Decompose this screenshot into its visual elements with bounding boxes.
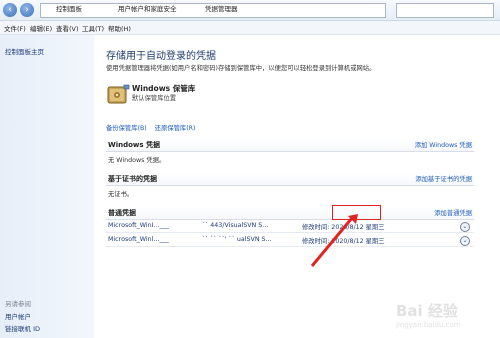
sidebar-user-accounts-link[interactable]: 用户帐户 xyxy=(5,311,31,321)
expand-chevron-icon[interactable]: ⌄ xyxy=(460,222,470,232)
credential-target: `` 443/VisualSVN S... xyxy=(202,222,269,229)
vault-icon xyxy=(107,84,130,104)
backup-vault-link[interactable]: 备份保管库(B) xyxy=(106,125,147,132)
page-description: 使用凭据管理器将凭据(如用户名和密码)存储到保管库中，以便您可以轻松登录到计算机… xyxy=(106,65,376,72)
vault-links: 备份保管库(B) 还原保管库(R) xyxy=(106,123,202,132)
main-panel: 存储用于自动登录的凭据 使用凭据管理器将凭据(如用户名和密码)存储到保管库中，以… xyxy=(94,35,500,338)
watermark-url: jingyan.baidu.com xyxy=(396,321,461,329)
breadcrumb-control-panel[interactable]: 控制面板 xyxy=(56,3,82,13)
windows-credentials-empty: 无 Windows 凭据。 xyxy=(108,157,166,164)
sidebar: 控制面板主页 另请参阅 用户帐户 链接联机 ID xyxy=(0,35,94,338)
menu-tools[interactable]: 工具(T) xyxy=(82,23,104,33)
add-windows-credential-link[interactable]: 添加 Windows 凭据 xyxy=(415,140,472,149)
watermark-logo: Bai 经验 xyxy=(396,302,458,320)
sidebar-online-id-link[interactable]: 链接联机 ID xyxy=(5,323,40,333)
credential-target: `` `` ``' `` ualSVN S... xyxy=(202,236,272,243)
credential-row[interactable]: Microsoft_Winl...___ `` `` ``' `` ualSVN… xyxy=(106,235,474,247)
credential-name: Microsoft_Winl...___ xyxy=(108,236,169,243)
menu-bar: 文件(F) 编辑(E) 查看(V) 工具(T) 帮助(H) xyxy=(0,21,500,35)
certificate-credentials-header: 基于证书的凭据 添加基于证书的凭据 xyxy=(106,172,474,186)
vault-subtitle: 默认保管库位置 xyxy=(132,95,177,102)
menu-edit[interactable]: 编辑(E) xyxy=(30,23,52,33)
windows-credentials-header: Windows 凭据 添加 Windows 凭据 xyxy=(106,138,474,152)
restore-vault-link[interactable]: 还原保管库(R) xyxy=(155,125,196,132)
certificate-credentials-title: 基于证书的凭据 xyxy=(108,175,157,183)
add-generic-credential-link[interactable]: 添加普通凭据 xyxy=(434,208,472,217)
see-also-heading: 另请参阅 xyxy=(5,300,31,308)
certificate-credentials-empty: 无证书。 xyxy=(108,191,134,198)
expand-chevron-icon[interactable]: ⌄ xyxy=(460,236,470,246)
menu-view[interactable]: 查看(V) xyxy=(56,23,79,33)
search-input[interactable] xyxy=(396,3,494,18)
menu-file[interactable]: 文件(F) xyxy=(4,23,26,33)
generic-credentials-header: 普通凭据 添加普通凭据 xyxy=(106,206,474,220)
breadcrumb-credential-manager[interactable]: 凭据管理器 xyxy=(205,3,238,13)
menu-help[interactable]: 帮助(H) xyxy=(108,23,131,33)
back-arrow-icon[interactable]: ‹ xyxy=(3,3,17,17)
add-certificate-credential-link[interactable]: 添加基于证书的凭据 xyxy=(415,174,472,183)
annotation-arrow-icon xyxy=(310,214,358,267)
forward-arrow-icon[interactable]: › xyxy=(20,3,34,17)
page-title: 存储用于自动登录的凭据 xyxy=(106,51,216,62)
address-bar: ‹ › 控制面板 用户帐户和家庭安全 凭据管理器 xyxy=(0,0,500,21)
breadcrumb-user-accounts[interactable]: 用户帐户和家庭安全 xyxy=(118,3,177,13)
credential-row[interactable]: Microsoft_WinI...___ `` 443/VisualSVN S.… xyxy=(106,221,474,233)
sidebar-home-link[interactable]: 控制面板主页 xyxy=(5,46,44,56)
credential-name: Microsoft_WinI...___ xyxy=(108,222,169,229)
generic-credentials-title: 普通凭据 xyxy=(108,209,136,217)
windows-credentials-title: Windows 凭据 xyxy=(108,141,160,149)
